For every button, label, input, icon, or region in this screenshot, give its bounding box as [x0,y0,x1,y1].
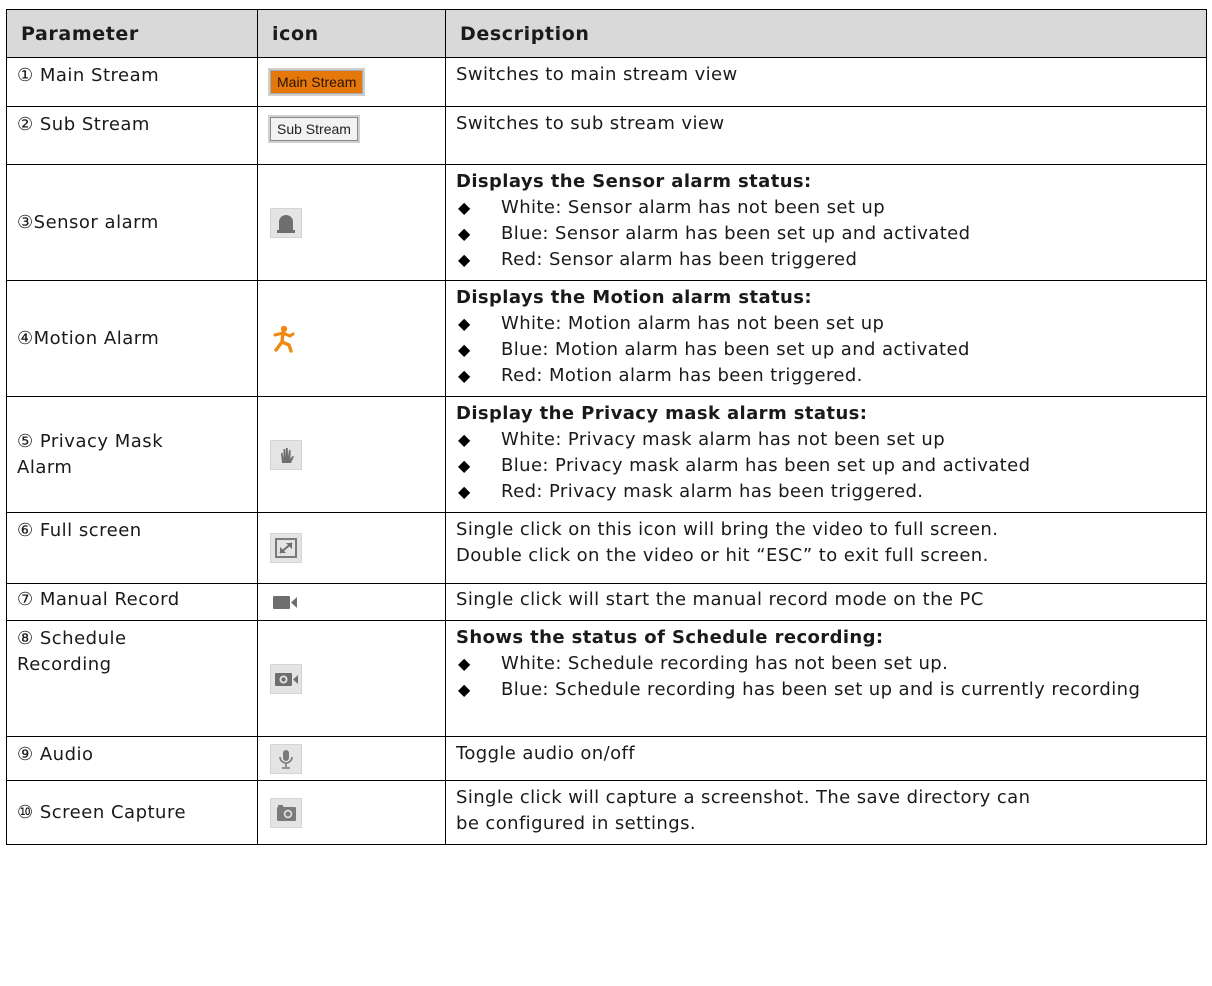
table-row: ③Sensor alarm Displays the Sensor alarm … [6,164,1207,281]
desc-full-screen: Single click on this icon will bring the… [445,512,1207,584]
camera-icon[interactable] [270,797,302,828]
desc-schedule-recording: Shows the status of Schedule recording: … [445,620,1207,737]
list-item: ◆ Blue: Sensor alarm has been set up and … [458,223,971,244]
running-person-icon[interactable] [270,324,298,354]
icon-cell [257,736,446,781]
list-item: ◆ Blue: Schedule recording has been set u… [458,679,1141,700]
table-row: ⑧ Schedule Recording Shows the status of… [6,620,1207,737]
param-sub-stream: ② Sub Stream [6,106,258,165]
desc-main-stream: Switches to main stream view [445,57,1207,107]
list-item: ◆ Red: Privacy mask alarm has been trigge… [458,481,924,502]
desc-privacy-mask-alarm: Display the Privacy mask alarm status: ◆… [445,396,1207,513]
desc-motion-alarm: Displays the Motion alarm status: ◆ White… [445,280,1207,397]
table-row: ④Motion Alarm Displays the Motion alarm … [6,280,1207,397]
list-item: ◆ White: Schedule recording has not been … [458,653,949,674]
fullscreen-icon[interactable] [270,533,302,563]
icon-cell [257,280,446,397]
desc-heading: Displays the Sensor alarm status: [456,171,812,192]
param-schedule-recording: ⑧ Schedule Recording [6,620,258,737]
main-stream-button[interactable]: Main Stream [270,70,364,94]
list-item: ◆ White: Motion alarm has not been set up [458,313,885,334]
desc-heading: Display the Privacy mask alarm status: [456,403,868,424]
icon-cell [257,583,446,621]
list-item: ◆ White: Sensor alarm has not been set up [458,197,886,218]
desc-audio: Toggle audio on/off [445,736,1207,781]
table-row: ⑥ Full screen Single click on this icon … [6,512,1207,584]
table-row: ① Main Stream Main Stream Switches to ma… [6,57,1207,107]
sub-stream-button[interactable]: Sub Stream [270,117,358,141]
table-row: ⑤ Privacy Mask Alarm Display the Privacy… [6,396,1207,513]
icon-cell [257,620,446,737]
header-row: Parameter icon Description [6,9,1207,58]
header-parameter: Parameter [6,9,258,58]
param-manual-record: ⑦ Manual Record [6,583,258,621]
table-row: ⑦ Manual Record Single click will start … [6,583,1207,621]
icon-cell [257,396,446,513]
list-item: ◆ Blue: Privacy mask alarm has been set u… [458,455,1031,476]
hand-icon[interactable] [270,439,302,470]
icon-cell [257,164,446,281]
param-main-stream: ① Main Stream [6,57,258,107]
desc-heading: Displays the Motion alarm status: [456,287,812,308]
video-camera-icon[interactable] [270,592,300,612]
list-item: ◆ Red: Motion alarm has been triggered. [458,365,863,386]
table-row: ② Sub Stream Sub Stream Switches to sub … [6,106,1207,165]
header-icon: icon [257,9,446,58]
microphone-icon[interactable] [270,743,302,774]
desc-heading: Shows the status of Schedule recording: [456,627,884,648]
parameter-table: Parameter icon Description ① Main Stream… [6,9,1207,845]
icon-cell: Sub Stream [257,106,446,165]
list-item: ◆ Blue: Motion alarm has been set up and … [458,339,970,360]
header-description: Description [445,9,1207,58]
schedule-camera-icon[interactable] [270,663,302,694]
icon-cell: Main Stream [257,57,446,107]
siren-icon[interactable] [270,207,302,238]
param-audio: ⑨ Audio [6,736,258,781]
param-privacy-mask-alarm: ⑤ Privacy Mask Alarm [6,396,258,513]
desc-manual-record: Single click will start the manual recor… [445,583,1207,621]
desc-sensor-alarm: Displays the Sensor alarm status: ◆ White… [445,164,1207,281]
param-full-screen: ⑥ Full screen [6,512,258,584]
table-row: ⑩ Screen Capture Single click will captu… [6,780,1207,845]
icon-cell [257,512,446,584]
list-item: ◆ White: Privacy mask alarm has not been … [458,429,946,450]
list-item: ◆ Red: Sensor alarm has been triggered [458,249,858,270]
desc-sub-stream: Switches to sub stream view [445,106,1207,165]
param-screen-capture: ⑩ Screen Capture [6,780,258,845]
param-sensor-alarm: ③Sensor alarm [6,164,258,281]
param-motion-alarm: ④Motion Alarm [6,280,258,397]
desc-screen-capture: Single click will capture a screenshot. … [445,780,1207,845]
icon-cell [257,780,446,845]
table-row: ⑨ Audio Toggle audio on/off [6,736,1207,781]
